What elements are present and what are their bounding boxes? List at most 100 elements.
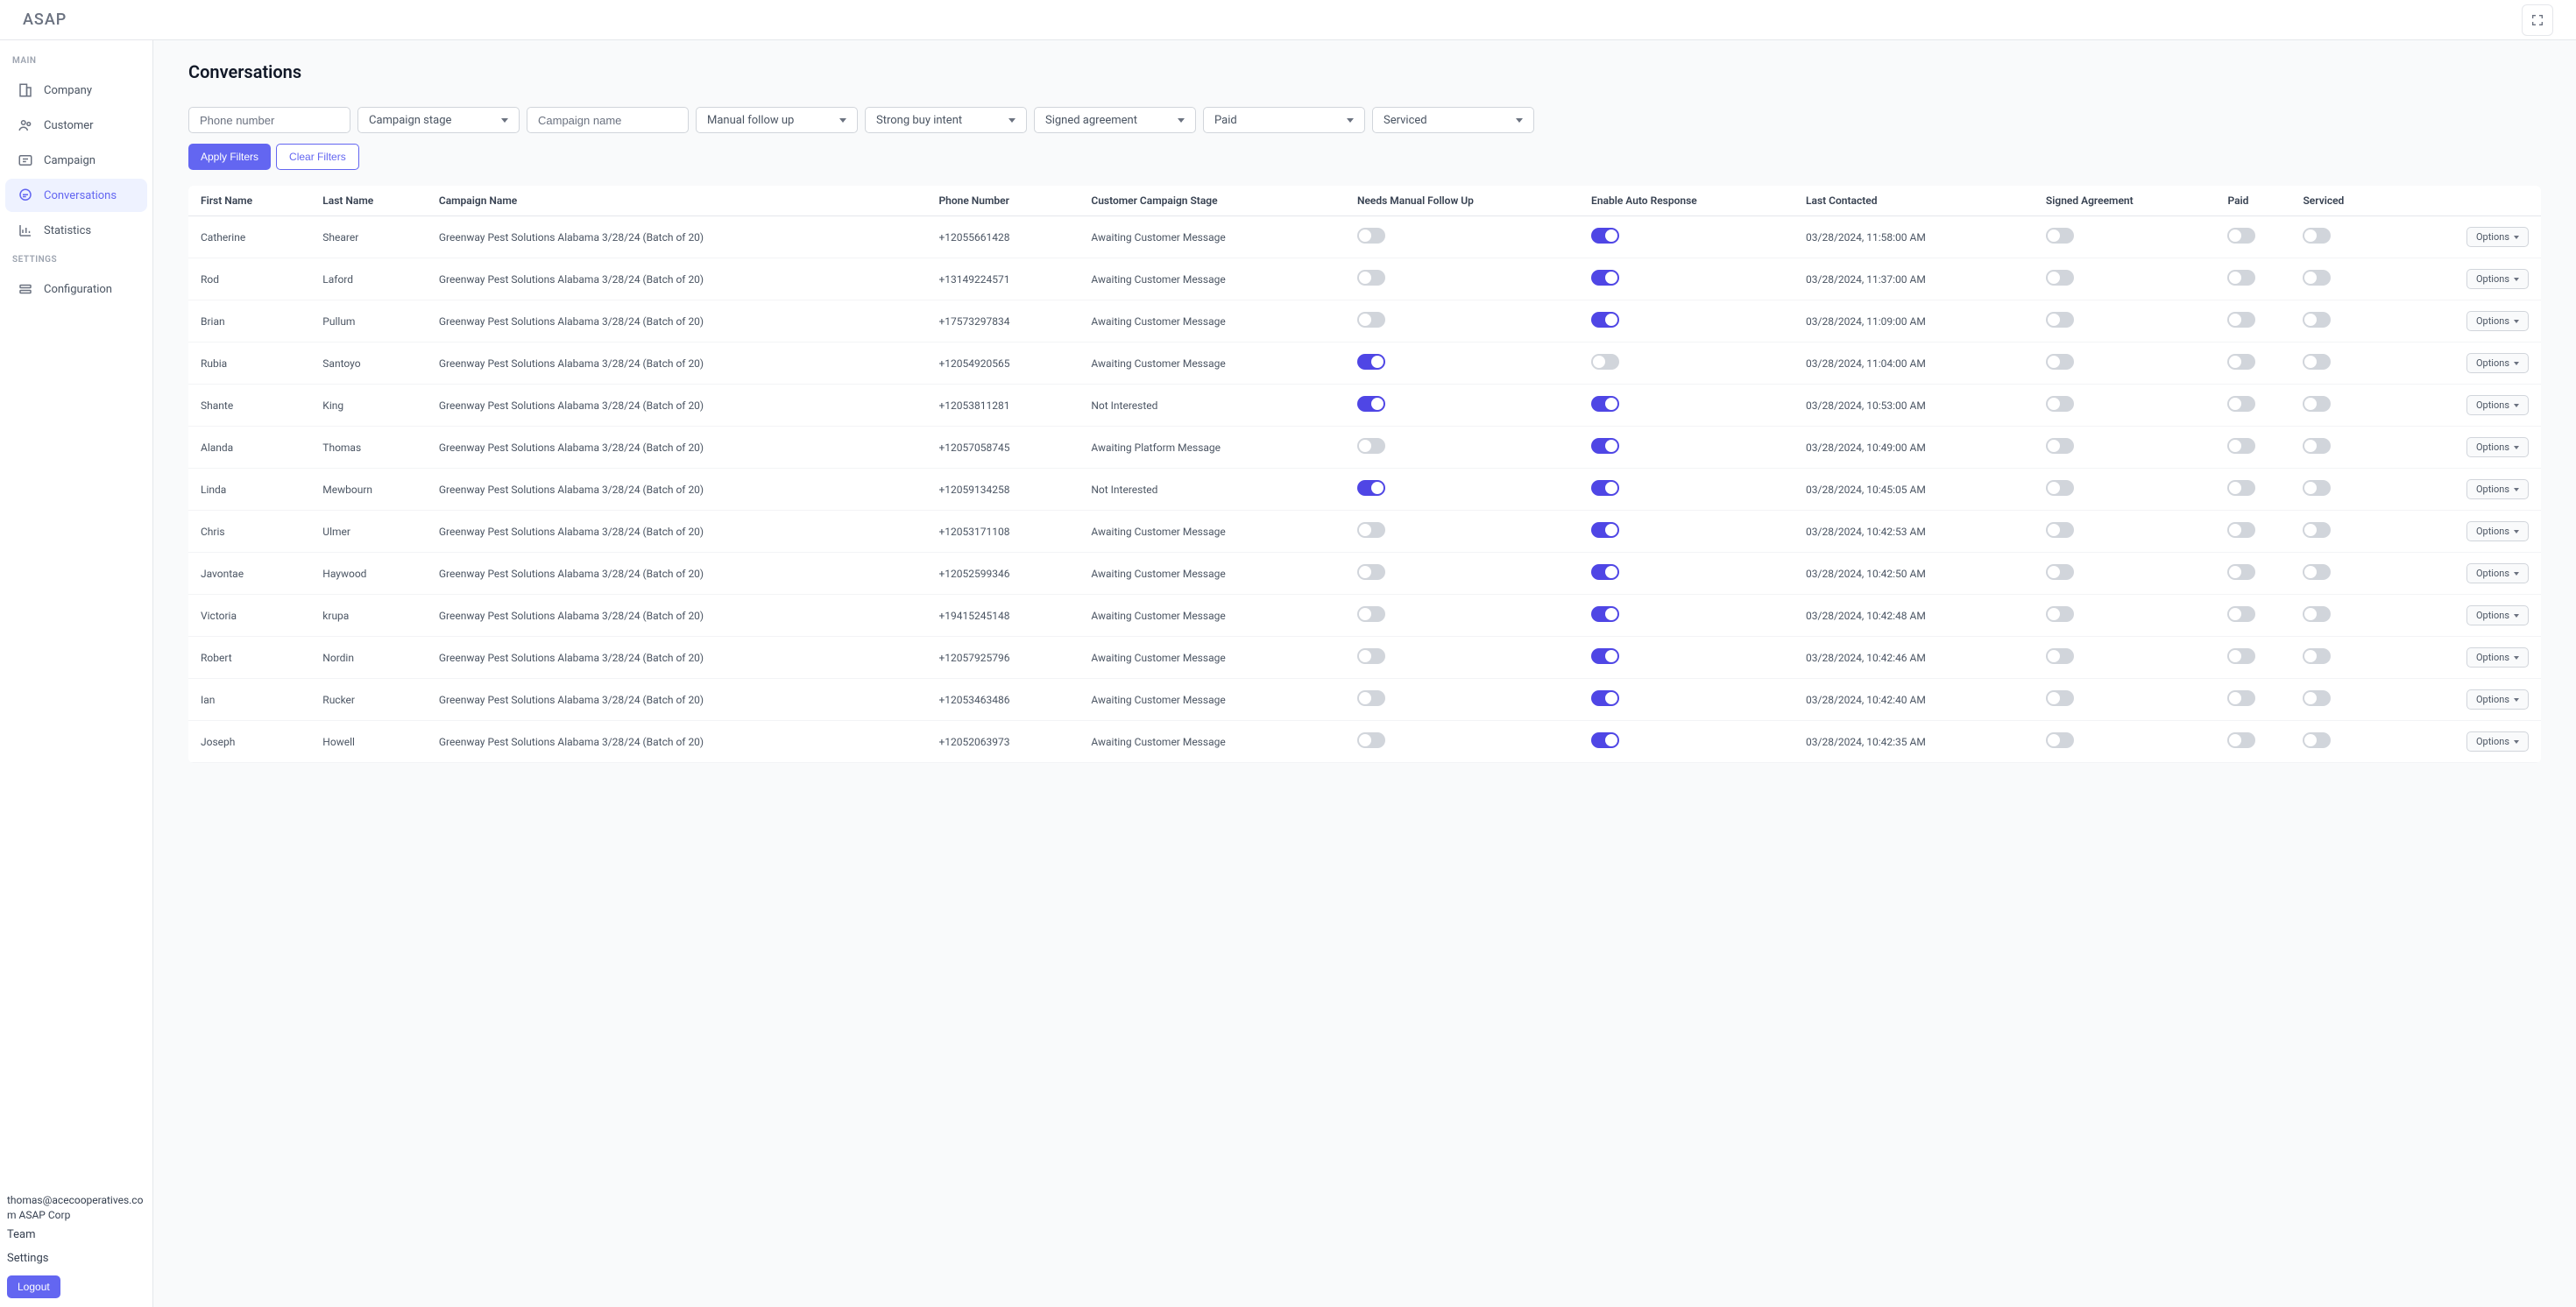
options-button[interactable]: Options: [2466, 563, 2529, 583]
toggle-switch[interactable]: [1357, 396, 1385, 412]
toggle-switch[interactable]: [2303, 438, 2331, 454]
toggle-switch[interactable]: [1591, 648, 1619, 664]
toggle-switch[interactable]: [1357, 522, 1385, 538]
options-button[interactable]: Options: [2466, 521, 2529, 541]
phone-number-filter[interactable]: [188, 107, 350, 133]
col-needs-manual-follow-up[interactable]: Needs Manual Follow Up: [1350, 186, 1584, 216]
toggle-switch[interactable]: [2046, 480, 2074, 496]
toggle-switch[interactable]: [1357, 648, 1385, 664]
toggle-switch[interactable]: [1357, 732, 1385, 748]
signed-agreement-filter[interactable]: Signed agreement: [1034, 107, 1196, 133]
toggle-switch[interactable]: [2227, 354, 2255, 370]
sidebar-item-customer[interactable]: Customer: [5, 109, 147, 142]
apply-filters-button[interactable]: Apply Filters: [188, 144, 271, 170]
toggle-switch[interactable]: [2046, 396, 2074, 412]
toggle-switch[interactable]: [2303, 690, 2331, 706]
toggle-switch[interactable]: [1591, 228, 1619, 244]
toggle-switch[interactable]: [2303, 564, 2331, 580]
toggle-switch[interactable]: [2227, 270, 2255, 286]
toggle-switch[interactable]: [1357, 228, 1385, 244]
toggle-switch[interactable]: [2303, 396, 2331, 412]
col-campaign-name[interactable]: Campaign Name: [432, 186, 932, 216]
toggle-switch[interactable]: [2303, 480, 2331, 496]
campaign-name-filter[interactable]: [527, 107, 689, 133]
toggle-switch[interactable]: [1357, 270, 1385, 286]
toggle-switch[interactable]: [1357, 564, 1385, 580]
col-last-contacted[interactable]: Last Contacted: [1799, 186, 2039, 216]
toggle-switch[interactable]: [1591, 732, 1619, 748]
toggle-switch[interactable]: [1591, 480, 1619, 496]
toggle-switch[interactable]: [1591, 606, 1619, 622]
options-button[interactable]: Options: [2466, 437, 2529, 457]
toggle-switch[interactable]: [2046, 732, 2074, 748]
col-signed-agreement[interactable]: Signed Agreement: [2039, 186, 2221, 216]
options-button[interactable]: Options: [2466, 479, 2529, 499]
paid-filter[interactable]: Paid: [1203, 107, 1365, 133]
toggle-switch[interactable]: [1357, 354, 1385, 370]
toggle-switch[interactable]: [1357, 480, 1385, 496]
options-button[interactable]: Options: [2466, 311, 2529, 331]
toggle-switch[interactable]: [1591, 438, 1619, 454]
strong-buy-intent-filter[interactable]: Strong buy intent: [865, 107, 1027, 133]
col-customer-campaign-stage[interactable]: Customer Campaign Stage: [1084, 186, 1350, 216]
toggle-switch[interactable]: [1357, 312, 1385, 328]
toggle-switch[interactable]: [2227, 732, 2255, 748]
toggle-switch[interactable]: [2046, 564, 2074, 580]
toggle-switch[interactable]: [1591, 396, 1619, 412]
sidebar-item-campaign[interactable]: Campaign: [5, 144, 147, 177]
toggle-switch[interactable]: [2227, 522, 2255, 538]
toggle-switch[interactable]: [1591, 270, 1619, 286]
options-button[interactable]: Options: [2466, 647, 2529, 668]
manual-follow-up-filter[interactable]: Manual follow up: [696, 107, 858, 133]
fullscreen-button[interactable]: [2522, 4, 2553, 36]
toggle-switch[interactable]: [1357, 606, 1385, 622]
col-enable-auto-response[interactable]: Enable Auto Response: [1584, 186, 1799, 216]
toggle-switch[interactable]: [2227, 228, 2255, 244]
clear-filters-button[interactable]: Clear Filters: [276, 144, 359, 170]
sidebar-item-conversations[interactable]: Conversations: [5, 179, 147, 212]
toggle-switch[interactable]: [2046, 312, 2074, 328]
toggle-switch[interactable]: [2303, 732, 2331, 748]
campaign-stage-filter[interactable]: Campaign stage: [357, 107, 520, 133]
col-paid[interactable]: Paid: [2220, 186, 2296, 216]
sidebar-item-configuration[interactable]: Configuration: [5, 272, 147, 306]
toggle-switch[interactable]: [2046, 522, 2074, 538]
col-first-name[interactable]: First Name: [188, 186, 315, 216]
toggle-switch[interactable]: [2303, 270, 2331, 286]
toggle-switch[interactable]: [2303, 312, 2331, 328]
toggle-switch[interactable]: [2046, 438, 2074, 454]
toggle-switch[interactable]: [1591, 564, 1619, 580]
col-serviced[interactable]: Serviced: [2296, 186, 2395, 216]
toggle-switch[interactable]: [1591, 690, 1619, 706]
toggle-switch[interactable]: [1357, 690, 1385, 706]
toggle-switch[interactable]: [2303, 354, 2331, 370]
toggle-switch[interactable]: [2046, 270, 2074, 286]
sidebar-item-statistics[interactable]: Statistics: [5, 214, 147, 247]
toggle-switch[interactable]: [2046, 228, 2074, 244]
col-last-name[interactable]: Last Name: [315, 186, 432, 216]
options-button[interactable]: Options: [2466, 731, 2529, 752]
toggle-switch[interactable]: [2303, 648, 2331, 664]
toggle-switch[interactable]: [1357, 438, 1385, 454]
toggle-switch[interactable]: [2303, 606, 2331, 622]
toggle-switch[interactable]: [1591, 312, 1619, 328]
options-button[interactable]: Options: [2466, 605, 2529, 625]
toggle-switch[interactable]: [2227, 396, 2255, 412]
toggle-switch[interactable]: [2046, 354, 2074, 370]
options-button[interactable]: Options: [2466, 269, 2529, 289]
toggle-switch[interactable]: [2046, 606, 2074, 622]
sidebar-item-company[interactable]: Company: [5, 74, 147, 107]
toggle-switch[interactable]: [2303, 522, 2331, 538]
toggle-switch[interactable]: [2046, 648, 2074, 664]
toggle-switch[interactable]: [2046, 690, 2074, 706]
toggle-switch[interactable]: [2227, 564, 2255, 580]
options-button[interactable]: Options: [2466, 395, 2529, 415]
toggle-switch[interactable]: [2227, 606, 2255, 622]
toggle-switch[interactable]: [2303, 228, 2331, 244]
logout-button[interactable]: Logout: [7, 1275, 60, 1298]
options-button[interactable]: Options: [2466, 227, 2529, 247]
col-phone-number[interactable]: Phone Number: [931, 186, 1084, 216]
options-button[interactable]: Options: [2466, 689, 2529, 710]
toggle-switch[interactable]: [2227, 648, 2255, 664]
toggle-switch[interactable]: [1591, 522, 1619, 538]
